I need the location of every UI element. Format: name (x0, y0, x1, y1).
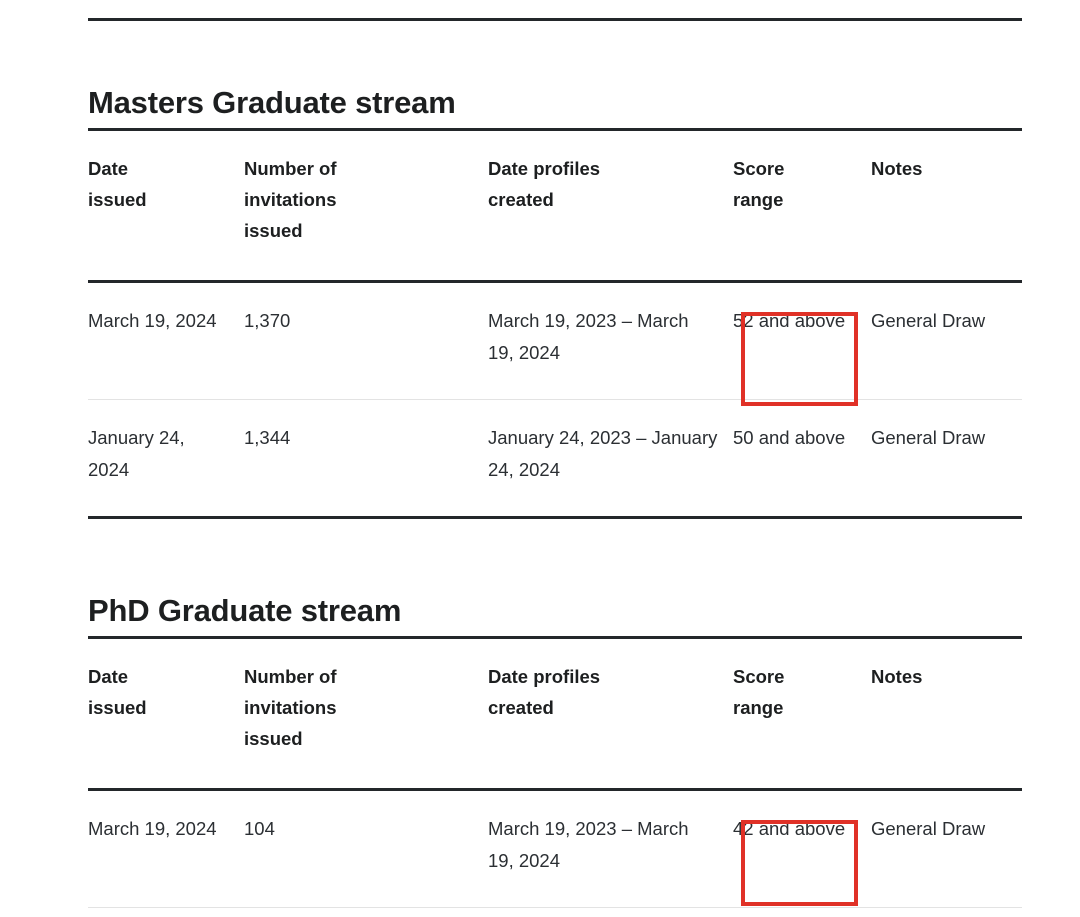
header-line: Date profiles (488, 666, 601, 687)
cell-notes: General Draw (871, 427, 986, 448)
column-header-date-profiles-created: Date profiles created (488, 130, 733, 282)
cell-score-range: 52 and above (733, 310, 846, 331)
header-line: Number of (244, 158, 337, 179)
header-line: Date (88, 666, 129, 687)
column-header-notes: Notes (871, 130, 1022, 282)
cell-score-range: 50 and above (733, 427, 846, 448)
header-line: created (488, 189, 554, 210)
cell-invitations: 1,344 (244, 427, 291, 448)
header-line: issued (244, 220, 303, 241)
table-masters-graduate-stream: Date issued Number of invitations issued… (88, 128, 1022, 519)
table-header-row: Date issued Number of invitations issued… (88, 129, 1022, 282)
column-header-score-range: Score range (733, 130, 871, 282)
column-header-date-issued: Date issued (88, 130, 244, 282)
cell-date-profiles-created: March 19, 2023 – March 19, 2024 (488, 310, 689, 363)
column-header-date-profiles-created: Date profiles created (488, 638, 733, 790)
table-row: March 19, 2024 1,370 March 19, 2023 – Ma… (88, 282, 1022, 400)
cell-date-issued: March 19, 2024 (88, 818, 217, 839)
column-header-number-of-invitations-issued: Number of invitations issued (244, 638, 488, 790)
header-line: created (488, 697, 554, 718)
table-header-masters: Date issued Number of invitations issued… (88, 129, 1022, 282)
cell-date-profiles-created: January 24, 2023 – January 24, 2024 (488, 427, 718, 480)
header-line: Date (88, 158, 129, 179)
column-header-number-of-invitations-issued: Number of invitations issued (244, 130, 488, 282)
header-line: issued (244, 728, 303, 749)
table-phd-graduate-stream: Date issued Number of invitations issued… (88, 636, 1022, 908)
column-header-date-issued: Date issued (88, 638, 244, 790)
header-line: Number of (244, 666, 337, 687)
header-line: Notes (871, 666, 923, 687)
column-header-notes: Notes (871, 638, 1022, 790)
table-header-phd: Date issued Number of invitations issued… (88, 637, 1022, 790)
table-body-phd: March 19, 2024 104 March 19, 2023 – Marc… (88, 790, 1022, 908)
cell-date-issued: January 24, 2024 (88, 427, 185, 480)
header-line: invitations (244, 697, 337, 718)
section-heading-masters: Masters Graduate stream (88, 84, 456, 120)
table-header-row: Date issued Number of invitations issued… (88, 637, 1022, 790)
cell-score-range: 42 and above (733, 818, 846, 839)
header-line: range (733, 697, 784, 718)
header-line: Date profiles (488, 158, 601, 179)
header-line: Score (733, 666, 785, 687)
table-row: January 24, 2024 1,344 January 24, 2023 … (88, 400, 1022, 518)
header-line: Score (733, 158, 785, 179)
table-body-masters: March 19, 2024 1,370 March 19, 2023 – Ma… (88, 282, 1022, 518)
header-line: issued (88, 697, 147, 718)
top-divider (88, 18, 1022, 21)
column-header-score-range: Score range (733, 638, 871, 790)
cell-notes: General Draw (871, 818, 986, 839)
cell-invitations: 1,370 (244, 310, 291, 331)
cell-date-profiles-created: March 19, 2023 – March 19, 2024 (488, 818, 689, 871)
header-line: Notes (871, 158, 923, 179)
header-line: invitations (244, 189, 337, 210)
cell-invitations: 104 (244, 818, 275, 839)
page-root: Masters Graduate stream Date issued Numb… (0, 0, 1080, 917)
section-heading-phd: PhD Graduate stream (88, 592, 402, 628)
cell-date-issued: March 19, 2024 (88, 310, 217, 331)
table-row: March 19, 2024 104 March 19, 2023 – Marc… (88, 790, 1022, 908)
cell-notes: General Draw (871, 310, 986, 331)
header-line: range (733, 189, 784, 210)
header-line: issued (88, 189, 147, 210)
